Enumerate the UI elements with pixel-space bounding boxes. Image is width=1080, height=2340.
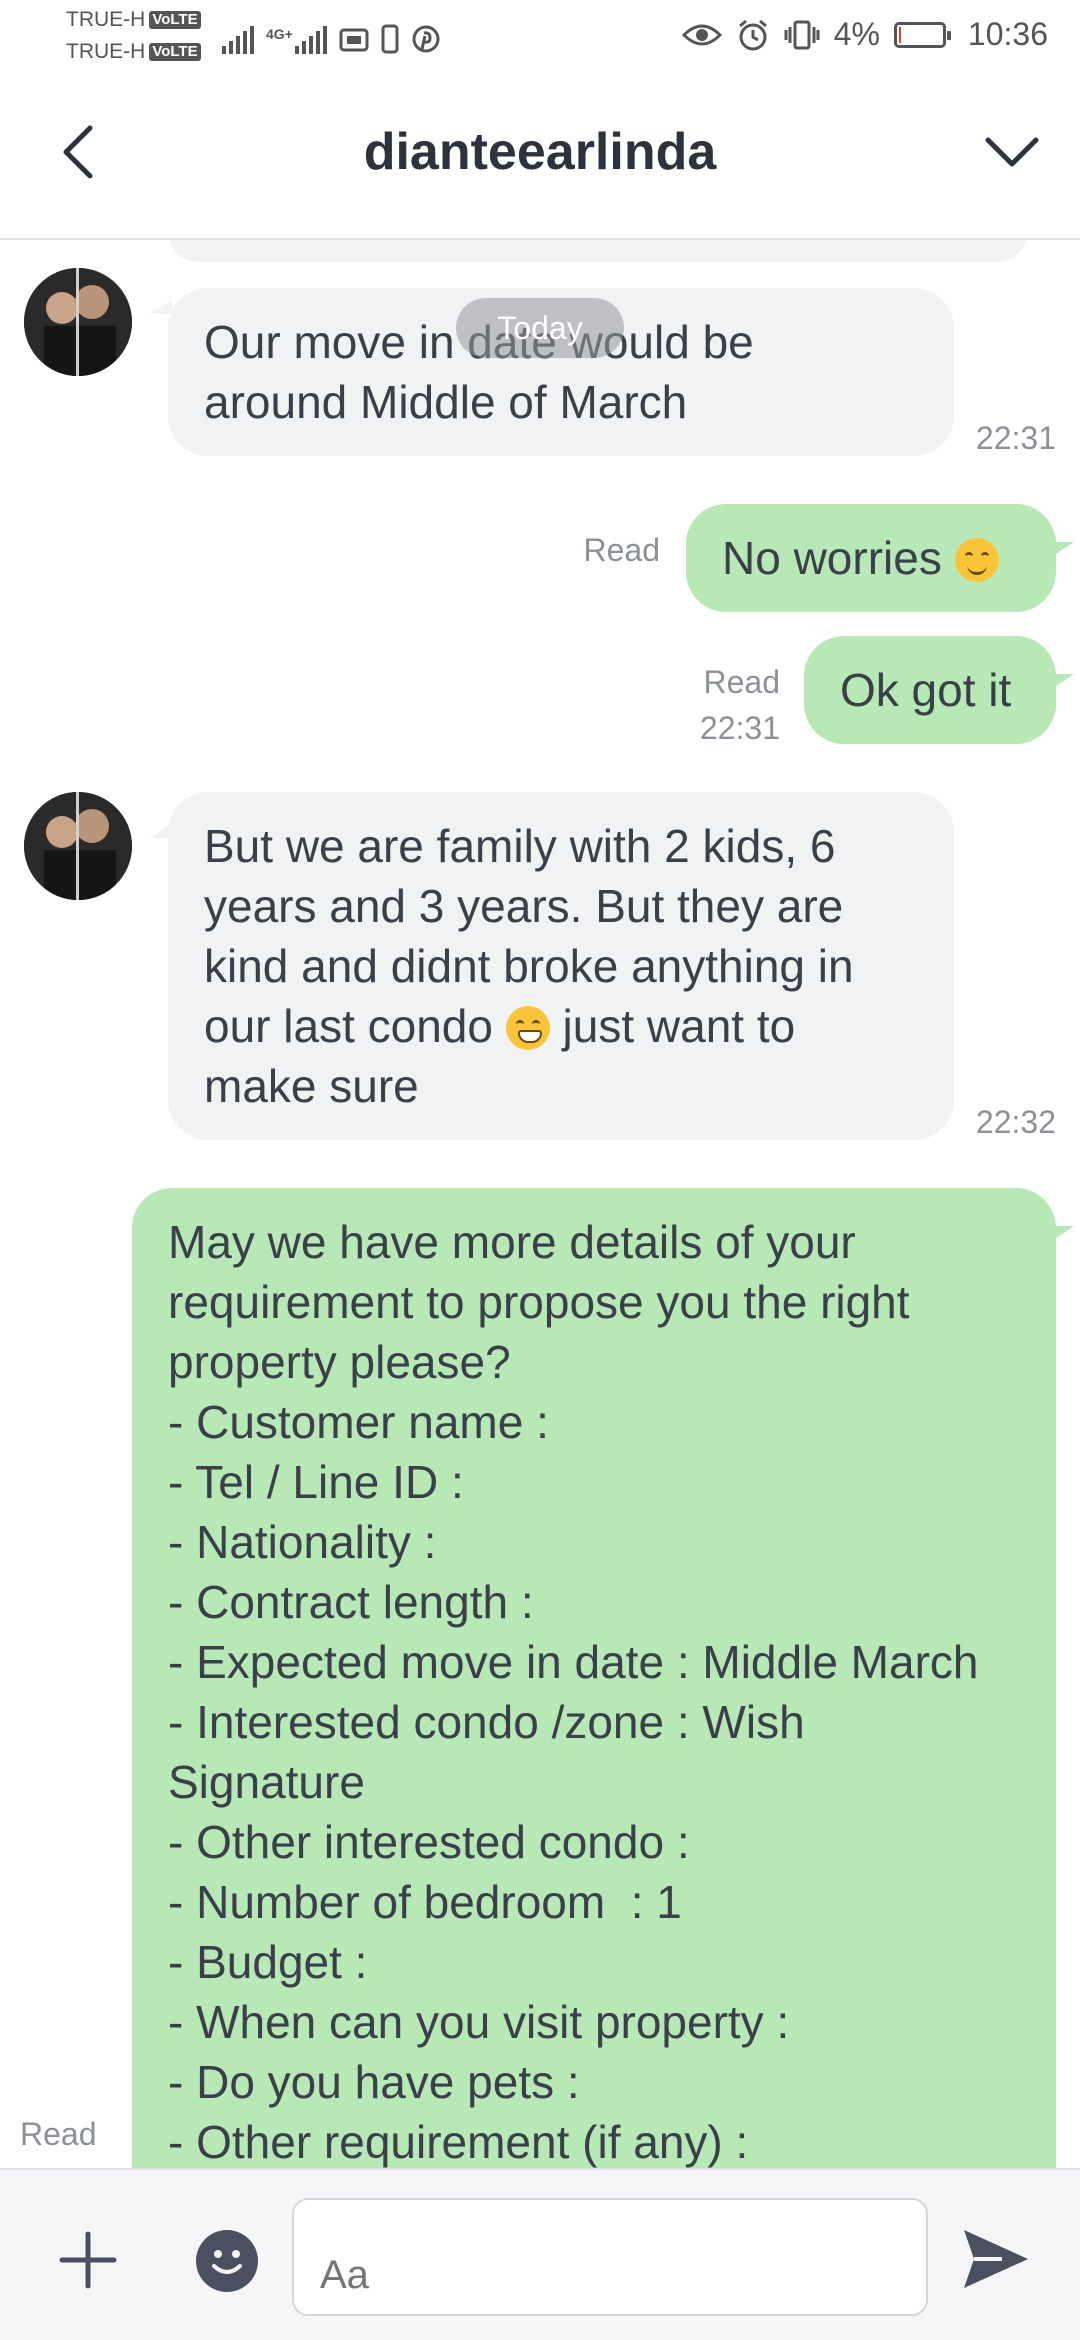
avatar-photo — [24, 268, 132, 376]
network-type: 4G+ — [266, 26, 293, 42]
signal-2-icon — [294, 26, 327, 54]
message-text: - Tel / Line ID : — [168, 1456, 464, 1508]
volte-badge: VoLTE — [149, 11, 201, 29]
read-receipt: Read — [20, 2116, 97, 2152]
chevron-down-icon — [985, 137, 1039, 167]
message-text: - Expected move in date : Middle March — [168, 1636, 979, 1688]
carrier-2: TRUE-H VoLTE — [66, 40, 201, 64]
previous-message-bubble — [168, 240, 1028, 262]
volte-badge-2: VoLTE — [149, 43, 201, 61]
message-text: - Other requirement (if any) : — [168, 2116, 749, 2168]
read-receipt: Read — [703, 664, 781, 700]
sim-app-icon — [339, 28, 369, 52]
bubble-tail — [1050, 1226, 1074, 1242]
send-button[interactable] — [958, 2224, 1034, 2294]
bubble-tail — [150, 300, 172, 314]
message-bubble-outgoing[interactable]: Ok got it — [804, 636, 1056, 744]
message-time: 22:31 — [975, 420, 1056, 456]
message-text: - Customer name : — [168, 1396, 549, 1448]
alarm-icon — [738, 19, 767, 50]
avatar-photo — [24, 792, 132, 900]
battery-percent: 4% — [833, 16, 880, 52]
carrier-1-label: TRUE-H — [66, 8, 146, 31]
date-separator: Today — [456, 298, 624, 358]
message-text: - When can you visit property : — [168, 1996, 790, 2048]
message-text: Signature — [168, 1756, 365, 1808]
phone-status-icon — [381, 24, 399, 54]
message-text: But we are family with 2 kids, 6 — [204, 820, 836, 872]
pinterest-icon — [412, 25, 440, 53]
grinning-face-emoji-icon — [505, 1006, 550, 1050]
message-text: No worries — [722, 532, 942, 584]
eye-icon — [681, 24, 722, 45]
message-text: - Nationality : — [168, 1516, 437, 1568]
vibrate-icon — [784, 20, 820, 49]
message-text: just want to — [562, 1000, 796, 1052]
status-bar: TRUE-H VoLTE TRUE-H VoLTE 4G+ 4% 10:36 — [0, 0, 1080, 76]
message-time: 22:32 — [975, 1104, 1056, 1140]
message-input[interactable] — [292, 2198, 928, 2316]
smiley-icon — [212, 2250, 242, 2274]
clock: 10:36 — [967, 16, 1048, 52]
signal-1-icon — [222, 26, 254, 54]
message-text: property please? — [168, 1336, 511, 1388]
message-text: make sure — [204, 1060, 419, 1112]
message-text: Ok got it — [840, 664, 1012, 716]
sticker-button[interactable] — [196, 2230, 258, 2292]
read-receipt: Read — [583, 532, 661, 568]
smiling-face-emoji-icon — [954, 538, 999, 582]
plus-icon — [59, 2231, 117, 2289]
message-text: May we have more details of your — [168, 1216, 856, 1268]
message-composer — [0, 2168, 1080, 2340]
message-text: years and 3 years. But they are — [204, 880, 844, 932]
message-text: - Do you have pets : — [168, 2056, 580, 2108]
system-icons: 4% 10:36 — [681, 16, 1048, 53]
carrier-1: TRUE-H VoLTE — [66, 8, 201, 32]
message-bubble-outgoing[interactable]: May we have more details of your requirem… — [132, 1188, 1056, 2168]
message-bubble-incoming[interactable]: But we are family with 2 kids, 6 years a… — [168, 792, 954, 1140]
message-text: - Budget : — [168, 1936, 368, 1988]
message-bubble-outgoing[interactable]: No worries — [686, 504, 1056, 612]
message-text: our last condo — [204, 1000, 493, 1052]
chat-header: dianteearlinda — [0, 76, 1080, 240]
bubble-tail — [1050, 542, 1074, 558]
avatar[interactable] — [24, 268, 132, 376]
message-text: - Other interested condo : — [168, 1816, 690, 1868]
message-text: - Interested condo /zone : Wish — [168, 1696, 805, 1748]
avatar[interactable] — [24, 792, 132, 900]
message-time: 22:31 — [699, 710, 780, 746]
bubble-tail — [1050, 674, 1074, 690]
carrier-2-label: TRUE-H — [66, 40, 146, 63]
chat-messages[interactable]: Our move in date would be around Middle … — [0, 240, 1080, 2168]
message-text: kind and didnt broke anything in — [204, 940, 854, 992]
message-text: - Contract length : — [168, 1576, 534, 1628]
menu-toggle-button[interactable] — [980, 120, 1044, 184]
battery-icon — [893, 21, 951, 48]
battery-level — [898, 26, 901, 43]
message-text: requirement to propose you the right — [168, 1276, 910, 1328]
page-title: dianteearlinda — [363, 123, 717, 181]
send-icon — [964, 2230, 1028, 2288]
attach-button[interactable] — [56, 2228, 120, 2292]
message-text: around Middle of March — [204, 376, 688, 428]
message-text: - Number of bedroom : 1 — [168, 1876, 682, 1928]
network-icons: 4G+ — [222, 18, 441, 54]
